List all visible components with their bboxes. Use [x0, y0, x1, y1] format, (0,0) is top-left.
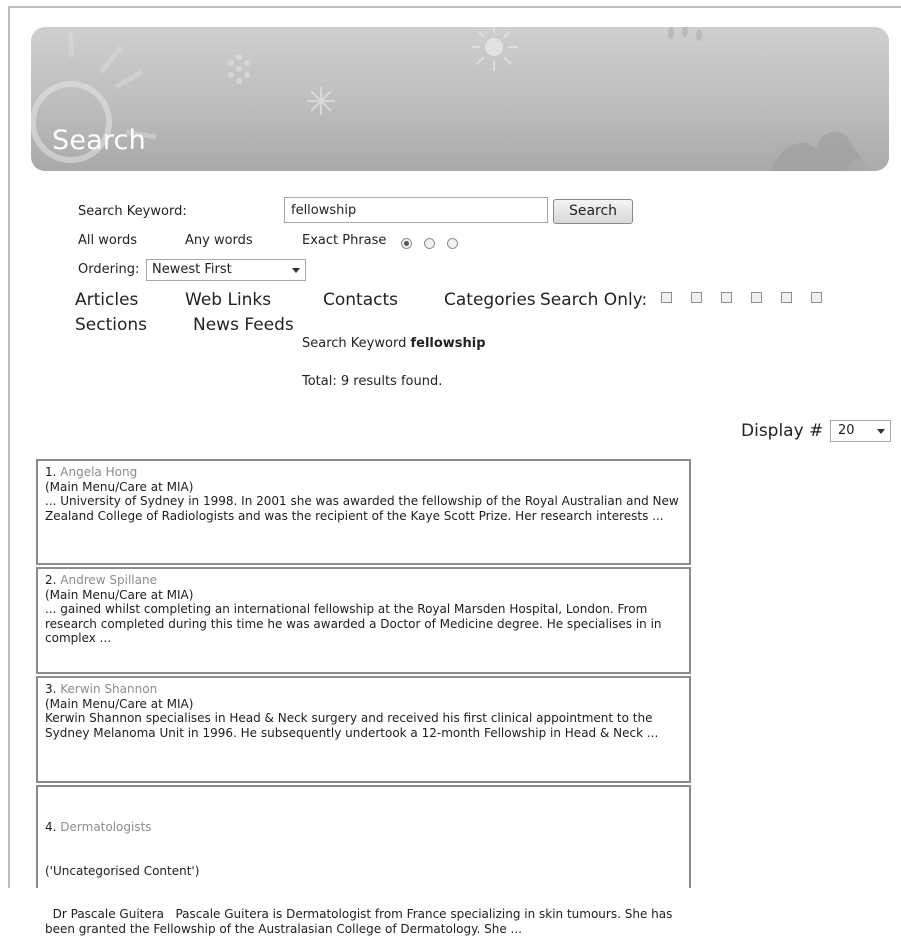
result-section: ('Uncategorised Content') [45, 863, 200, 878]
area-contacts: Contacts [323, 290, 398, 310]
result-snippet: Kerwin Shannon specialises in Head & Nec… [45, 711, 659, 740]
result-title-link[interactable]: Kerwin Shannon [60, 682, 157, 696]
chevron-down-icon [292, 268, 300, 273]
result-title-link[interactable]: Angela Hong [60, 465, 137, 479]
result-item: 3. Kerwin Shannon (Main Menu/Care at MIA… [36, 676, 691, 783]
display-count-select[interactable]: 20 [830, 420, 891, 442]
display-label: Display # [741, 421, 824, 441]
exact-phrase-label: Exact Phrase [302, 233, 387, 248]
result-item: 1. Angela Hong (Main Menu/Care at MIA) .… [36, 459, 691, 565]
summary-prefix: Search Keyword [302, 336, 407, 351]
area-checkbox-categories[interactable] [751, 292, 762, 303]
area-articles: Articles [75, 290, 139, 310]
summary-keyword: fellowship [410, 336, 486, 351]
result-item: 2. Andrew Spillane (Main Menu/Care at MI… [36, 567, 691, 674]
radio-option-2[interactable] [424, 238, 435, 249]
search-keyword-label: Search Keyword: [78, 204, 187, 219]
result-title-link[interactable]: Dermatologists [60, 820, 151, 834]
area-sections: Sections [75, 315, 148, 335]
page-banner: Search [31, 27, 889, 171]
result-snippet: ... University of Sydney in 1998. In 200… [45, 494, 679, 523]
area-checkbox-articles[interactable] [661, 292, 672, 303]
result-snippet: ... gained whilst completing an internat… [45, 602, 662, 645]
area-checkbox-news-feeds[interactable] [811, 292, 822, 303]
page-title: Search [52, 125, 146, 156]
result-snippet: Dr Pascale Guitera Pascale Guitera is De… [45, 907, 677, 936]
all-words-label: All words [78, 233, 137, 248]
ordering-value: Newest First [152, 262, 232, 277]
chevron-down-icon [877, 429, 885, 434]
result-item: 4. Dermatologists ('Uncategorised Conten… [36, 785, 691, 936]
result-section: (Main Menu/Care at MIA) [45, 479, 194, 494]
ordering-select[interactable]: Newest First [146, 259, 306, 281]
search-only-label: Search Only: [540, 290, 648, 310]
area-categories: Categories [444, 290, 536, 310]
area-checkbox-web-links[interactable] [691, 292, 702, 303]
search-summary: Search Keyword fellowship [302, 336, 486, 351]
area-checkbox-contacts[interactable] [721, 292, 732, 303]
result-title-link[interactable]: Andrew Spillane [60, 573, 157, 587]
any-words-label: Any words [185, 233, 253, 248]
radio-option-3[interactable] [447, 238, 458, 249]
exact-phrase-radio[interactable] [401, 238, 412, 249]
result-section: (Main Menu/Care at MIA) [45, 587, 194, 602]
display-value: 20 [838, 423, 855, 438]
area-web-links: Web Links [185, 290, 272, 310]
search-button[interactable]: Search [553, 199, 633, 224]
area-news-feeds: News Feeds [193, 315, 294, 335]
banner-decoration [31, 27, 889, 171]
area-checkbox-sections[interactable] [781, 292, 792, 303]
ordering-label: Ordering: [78, 262, 140, 277]
search-keyword-input[interactable] [284, 197, 548, 223]
result-section: (Main Menu/Care at MIA) [45, 696, 194, 711]
total-results: Total: 9 results found. [302, 374, 443, 389]
